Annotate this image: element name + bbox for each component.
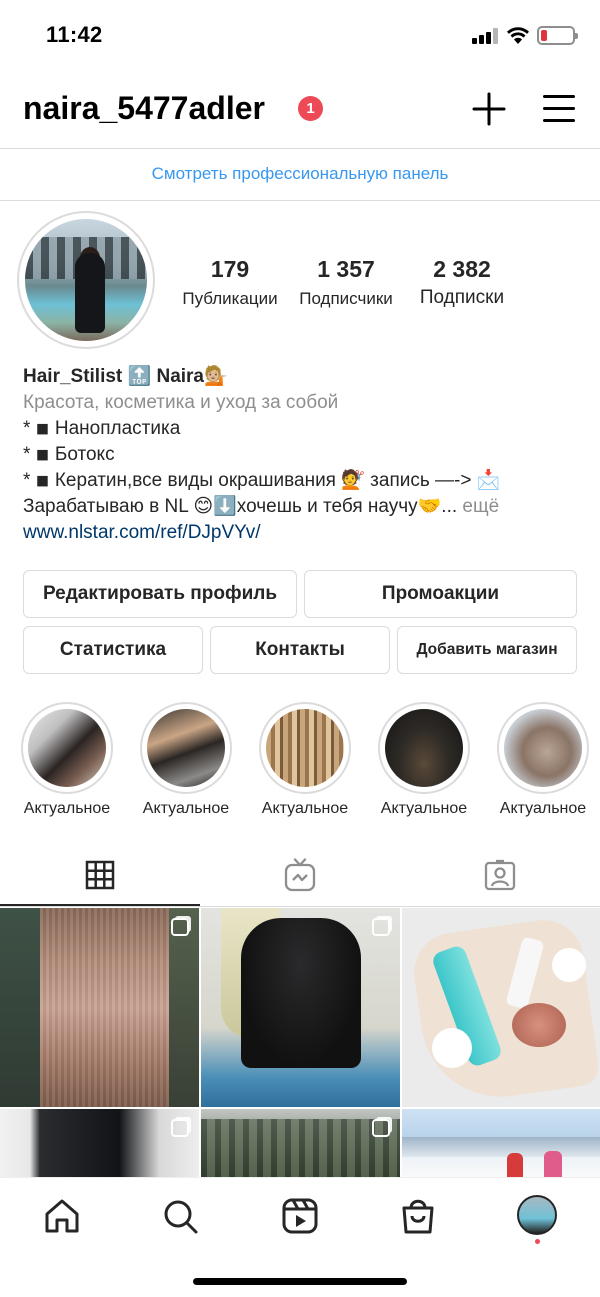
bio-line: Зарабатываю в NL 😊⬇️хочешь и тебя научу🤝…: [23, 494, 583, 520]
promotions-button[interactable]: Промоакции: [304, 570, 577, 618]
professional-dashboard-link[interactable]: Смотреть профессиональную панель: [0, 150, 600, 200]
bio-website-link[interactable]: www.nlstar.com/ref/DJpVYv/: [23, 520, 583, 546]
post-thumbnail[interactable]: [402, 1109, 600, 1179]
reels-icon[interactable]: [280, 1196, 320, 1236]
story-highlight[interactable]: Актуальное: [374, 702, 474, 818]
home-indicator: [193, 1278, 407, 1285]
igtv-icon: [284, 858, 316, 892]
status-time: 11:42: [46, 22, 103, 47]
carousel-icon: [372, 1119, 390, 1137]
stat-following[interactable]: 2 382 Подписки: [410, 256, 514, 309]
bio-last-line: Зарабатываю в NL 😊⬇️хочешь и тебя научу🤝…: [23, 496, 458, 517]
shop-bag-icon[interactable]: [398, 1196, 438, 1236]
followers-count: 1 357: [317, 256, 375, 282]
carousel-icon: [171, 918, 189, 936]
create-post-button[interactable]: [472, 92, 506, 126]
story-highlight[interactable]: Актуальное: [255, 702, 355, 818]
menu-button[interactable]: [543, 95, 575, 123]
post-thumbnail[interactable]: [201, 1109, 400, 1179]
bio-more-link[interactable]: ещё: [457, 496, 499, 517]
stat-posts[interactable]: 179 Публикации: [178, 256, 282, 309]
hair-client-photo: [147, 709, 225, 787]
story-highlight[interactable]: Актуальное: [136, 702, 236, 818]
long-hair-photo: [385, 709, 463, 787]
tab-igtv[interactable]: [200, 850, 400, 906]
carousel-icon: [372, 918, 390, 936]
profile-tabs: [0, 850, 600, 906]
hair-client-photo: [28, 709, 106, 787]
battery-level: [541, 30, 547, 41]
tab-grid[interactable]: [0, 850, 200, 906]
status-bar: 11:42: [0, 0, 600, 70]
bob-haircut-photo: [504, 709, 582, 787]
profile-bio: Hair_Stilist 🔝 Naira💁🏼 Красота, косметик…: [23, 364, 583, 546]
notification-dot: [535, 1239, 540, 1244]
highlight-label: Актуальное: [23, 800, 111, 817]
cellular-signal-icon: [472, 28, 498, 44]
contacts-button[interactable]: Контакты: [210, 626, 390, 674]
post-thumbnail[interactable]: [0, 1109, 199, 1179]
wifi-icon: [507, 27, 529, 44]
following-label: Подписки: [419, 287, 505, 308]
bottom-navigation: [0, 1177, 600, 1297]
highlight-label: Актуальное: [261, 800, 349, 817]
story-highlight[interactable]: Актуальное: [493, 702, 593, 818]
posts-label: Публикации: [182, 289, 278, 308]
edit-profile-button[interactable]: Редактировать профиль: [23, 570, 297, 618]
highlight-label: Актуальное: [142, 800, 230, 817]
bio-line: * ◾ Кератин,все виды окрашивания 💇 запис…: [23, 470, 501, 491]
avatar-photo: [25, 219, 147, 341]
highlight-label: Актуальное: [499, 800, 587, 817]
following-count: 2 382: [433, 256, 491, 282]
home-icon[interactable]: [42, 1196, 82, 1236]
posts-count: 179: [210, 256, 250, 282]
stat-followers[interactable]: 1 357 Подписчики: [294, 256, 398, 309]
username-title[interactable]: naira_5477adler: [23, 90, 265, 127]
tagged-icon: [484, 859, 516, 891]
divider: [0, 906, 600, 907]
post-thumbnail[interactable]: [402, 908, 600, 1107]
search-icon[interactable]: [160, 1196, 200, 1236]
carousel-icon: [171, 1119, 189, 1137]
bio-display-name: Hair_Stilist 🔝 Naira💁🏼: [23, 366, 228, 387]
add-shop-button[interactable]: Добавить магазин: [397, 626, 577, 674]
tab-tagged[interactable]: [400, 850, 600, 906]
post-thumbnail[interactable]: [0, 908, 199, 1107]
divider: [0, 148, 600, 149]
insights-button[interactable]: Статистика: [23, 626, 203, 674]
bio-line: * ◾ Нанопластика: [23, 418, 181, 439]
story-highlight[interactable]: Актуальное: [17, 702, 117, 818]
menu-icon: [543, 95, 575, 98]
bio-category: Красота, косметика и уход за собой: [23, 392, 339, 413]
followers-label: Подписчики: [299, 289, 393, 308]
highlight-label: Актуальное: [380, 800, 468, 817]
grid-icon: [85, 860, 115, 890]
post-thumbnail[interactable]: [201, 908, 400, 1107]
hair-texture-photo: [266, 709, 344, 787]
battery-icon: [537, 26, 578, 45]
profile-avatar[interactable]: [17, 211, 155, 349]
divider: [0, 200, 600, 201]
bio-line: * ◾ Ботокс: [23, 444, 115, 465]
profile-avatar-icon[interactable]: [517, 1195, 557, 1235]
notification-badge[interactable]: 1: [298, 96, 323, 121]
